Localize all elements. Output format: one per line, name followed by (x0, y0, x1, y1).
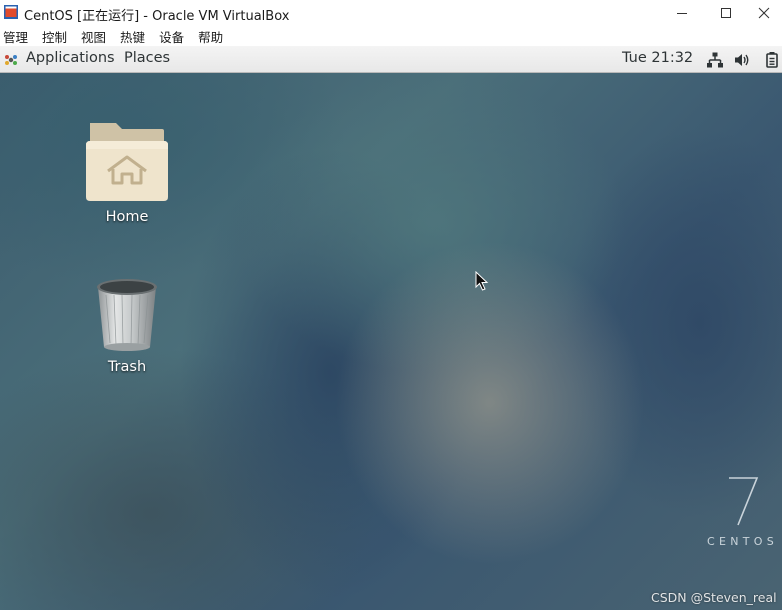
places-menu[interactable]: Places (124, 50, 170, 66)
window-bottom-border (0, 610, 782, 615)
desktop-icon-home[interactable]: Home (72, 119, 182, 225)
desktop-icon-trash[interactable]: Trash (72, 273, 182, 375)
desktop-icon-label: Trash (107, 359, 147, 375)
power-icon[interactable] (763, 51, 781, 69)
centos-brand-text: CENTOS (707, 535, 779, 548)
menu-control[interactable]: 控制 (39, 27, 67, 46)
menu-view[interactable]: 视图 (78, 27, 106, 46)
menu-hotkeys[interactable]: 热键 (117, 27, 145, 46)
maximize-button[interactable] (703, 0, 749, 26)
gnome-top-bar: Applications Places Tue 21:32 (0, 46, 782, 73)
menu-manage[interactable]: 管理 (0, 27, 28, 46)
desktop[interactable]: Home Trash CENTOS CSDN @Steven_real (0, 73, 782, 610)
menu-help[interactable]: 帮助 (195, 27, 223, 46)
mouse-pointer-icon (475, 271, 489, 291)
vbox-menubar: 管理 控制 视图 热键 设备 帮助 (0, 26, 782, 46)
volume-icon[interactable] (733, 51, 751, 69)
maximize-icon (721, 8, 731, 18)
close-icon (758, 7, 770, 19)
minimize-icon (677, 13, 687, 14)
close-button[interactable] (746, 0, 782, 26)
window-title: CentOS [正在运行] - Oracle VM VirtualBox (24, 9, 290, 24)
clock[interactable]: Tue 21:32 (622, 50, 693, 66)
network-icon[interactable] (706, 51, 724, 69)
desktop-icon-label: Home (105, 209, 149, 225)
virtualbox-icon (4, 5, 18, 19)
watermark-text: CSDN @Steven_real (651, 590, 777, 605)
menu-devices[interactable]: 设备 (156, 27, 184, 46)
window-titlebar[interactable]: CentOS [正在运行] - Oracle VM VirtualBox (0, 0, 782, 26)
minimize-button[interactable] (659, 0, 705, 26)
home-folder-icon (86, 123, 168, 201)
applications-icon (5, 55, 17, 65)
applications-menu[interactable]: Applications (26, 50, 115, 66)
trash-icon (97, 279, 157, 351)
centos-version-mark (729, 477, 759, 526)
